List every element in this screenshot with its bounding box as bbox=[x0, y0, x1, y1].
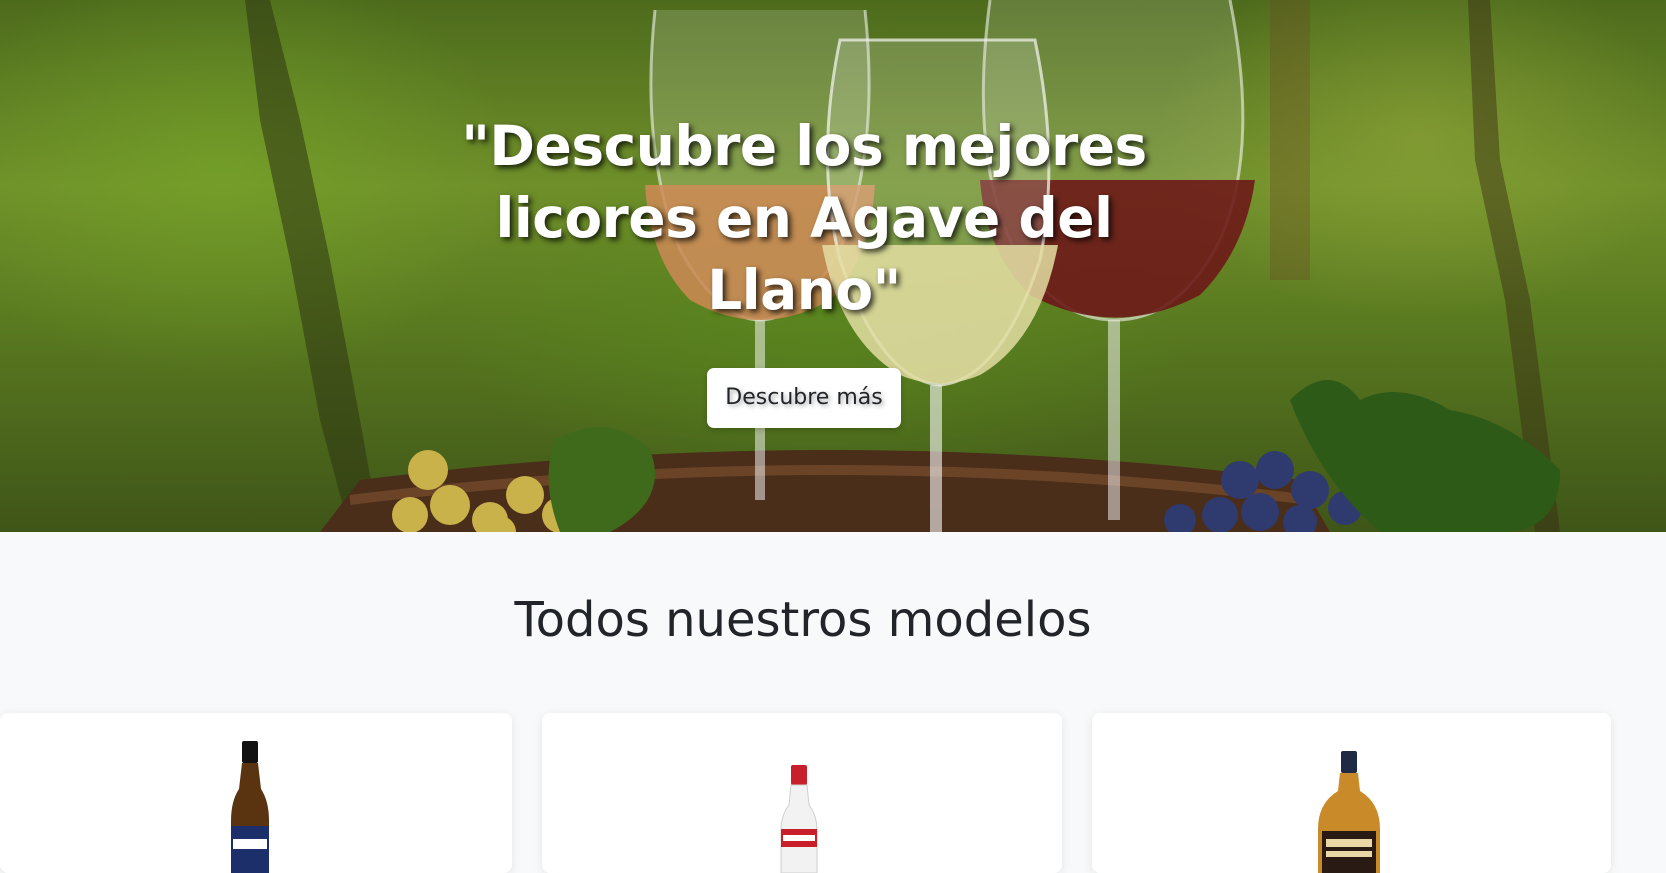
hero-banner: "Descubre los mejores licores en Agave d… bbox=[0, 0, 1666, 532]
models-section-title: Todos nuestros modelos bbox=[514, 592, 1092, 648]
product-image-bottle bbox=[780, 765, 818, 873]
product-card[interactable] bbox=[542, 713, 1062, 873]
product-card[interactable] bbox=[0, 713, 512, 873]
hero-content: "Descubre los mejores licores en Agave d… bbox=[430, 110, 1178, 428]
product-card[interactable] bbox=[1092, 713, 1611, 873]
discover-more-button[interactable]: Descubre más bbox=[707, 368, 901, 428]
product-image-bottle bbox=[1318, 751, 1380, 873]
product-image-bottle bbox=[231, 741, 269, 873]
hero-title: "Descubre los mejores licores en Agave d… bbox=[461, 114, 1147, 322]
